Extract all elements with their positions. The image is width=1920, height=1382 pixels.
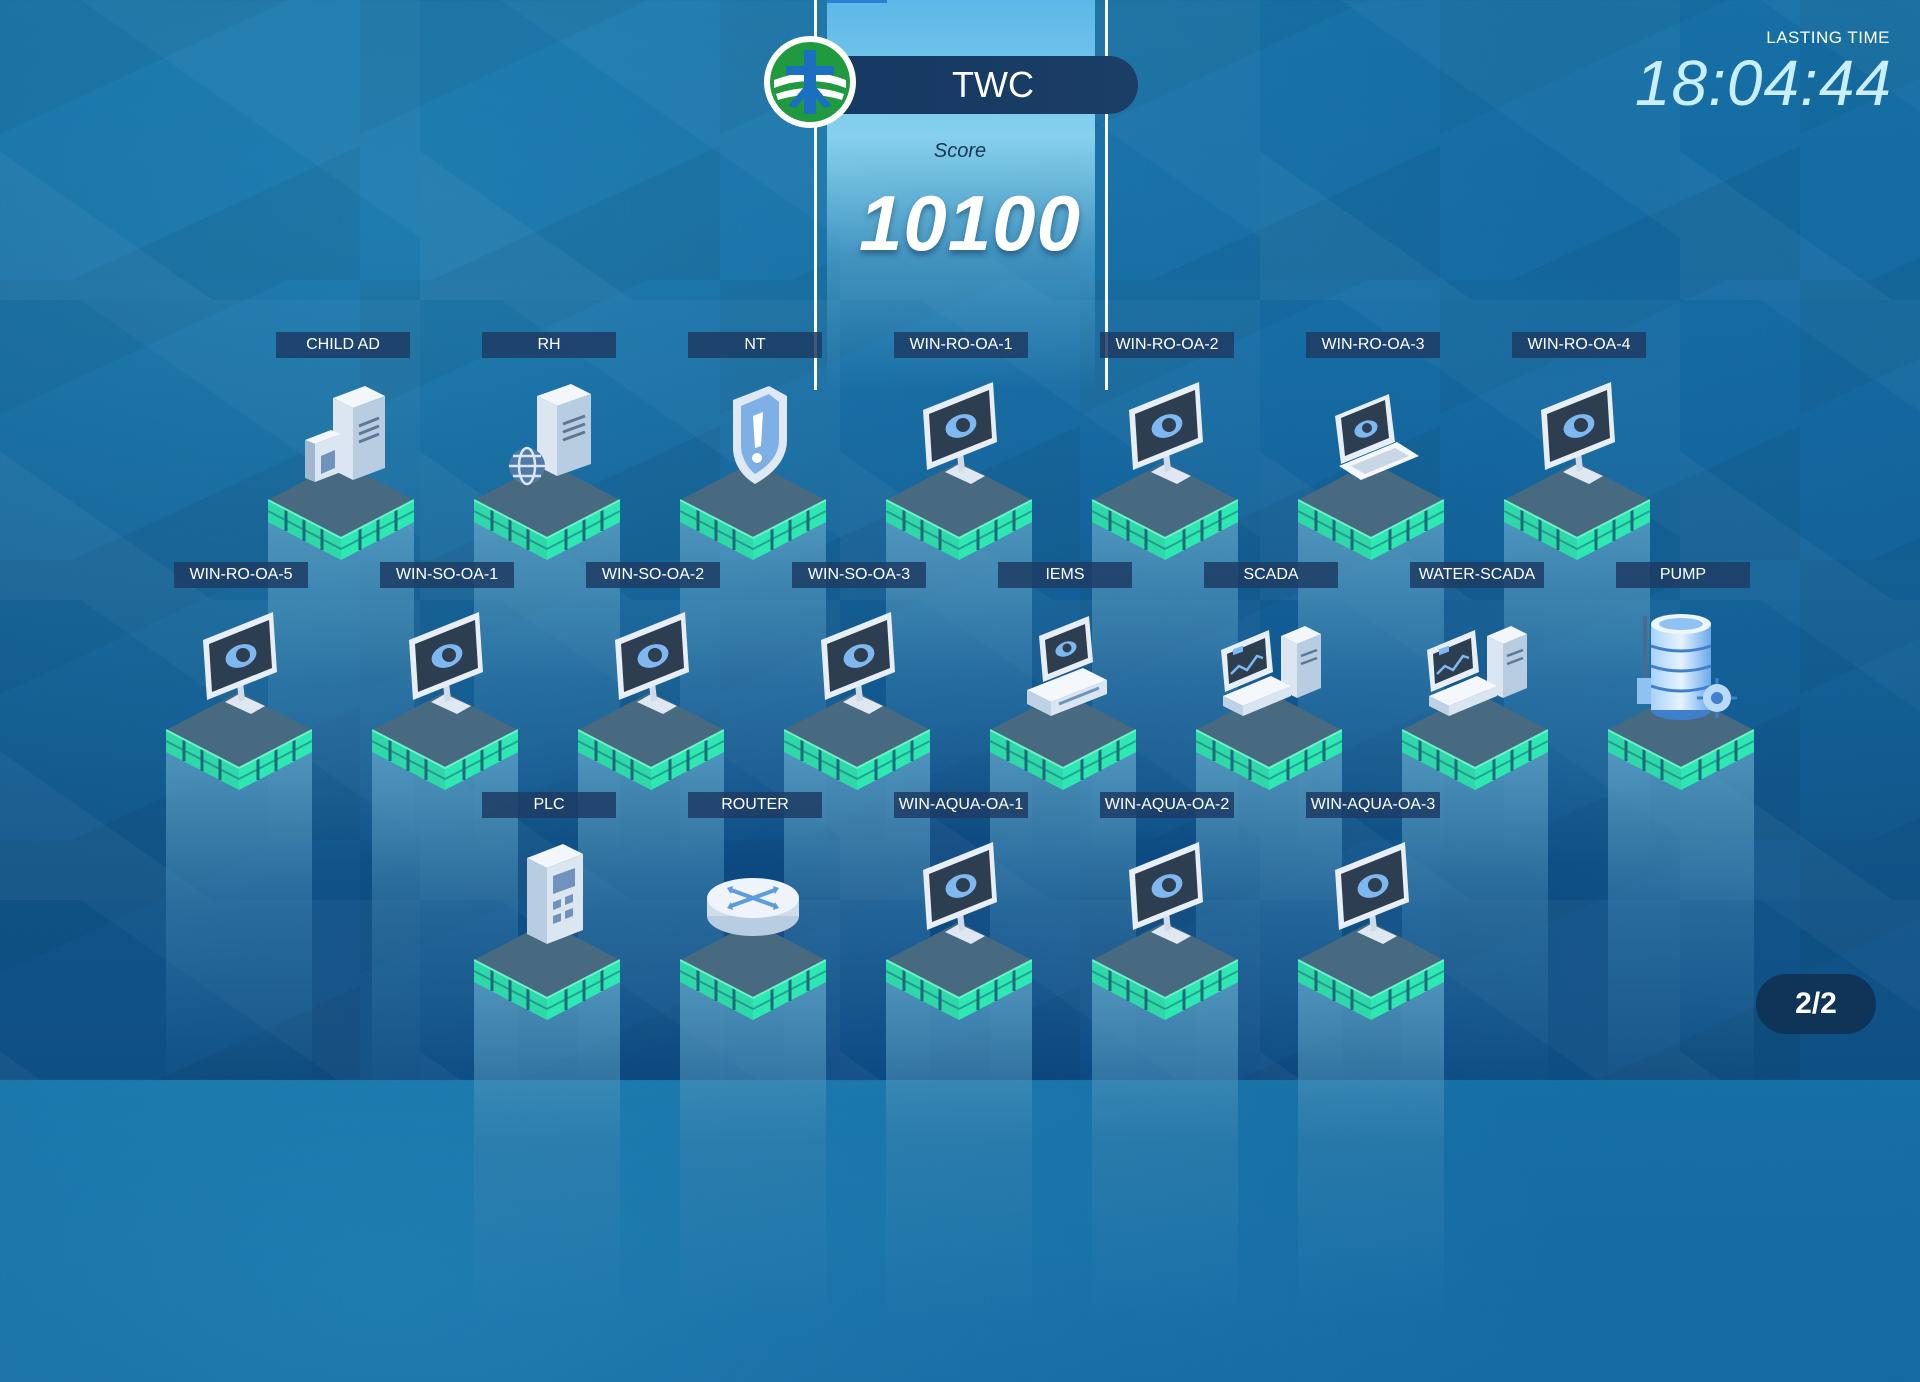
node-label: WIN-RO-OA-3 bbox=[1306, 332, 1440, 358]
node-pillar bbox=[474, 982, 620, 1382]
monitor-icon[interactable] bbox=[1311, 836, 1431, 956]
node-label: RH bbox=[482, 332, 616, 358]
scada-icon[interactable] bbox=[1415, 606, 1535, 726]
shield-alert-icon[interactable] bbox=[693, 376, 813, 496]
scada-icon[interactable] bbox=[1209, 606, 1329, 726]
timer-label: LASTING TIME bbox=[1766, 28, 1890, 47]
router-icon[interactable] bbox=[693, 836, 813, 956]
laptop-icon[interactable] bbox=[1311, 376, 1431, 496]
node-label: PLC bbox=[482, 792, 616, 818]
pump-tank-icon[interactable] bbox=[1621, 606, 1741, 726]
node-label: NT bbox=[688, 332, 822, 358]
monitor-icon[interactable] bbox=[1517, 376, 1637, 496]
node-label: PUMP bbox=[1616, 562, 1750, 588]
monitor-icon[interactable] bbox=[591, 606, 711, 726]
node-label: WIN-SO-OA-3 bbox=[792, 562, 926, 588]
node-pillar bbox=[166, 752, 312, 1152]
node-label: WIN-RO-OA-1 bbox=[894, 332, 1028, 358]
node-pillar bbox=[1298, 982, 1444, 1382]
monitor-icon[interactable] bbox=[899, 836, 1019, 956]
node-pillar bbox=[886, 982, 1032, 1382]
page-indicator[interactable]: 2/2 bbox=[1756, 974, 1876, 1034]
server-folder-icon[interactable] bbox=[281, 376, 401, 496]
node-label: WATER-SCADA bbox=[1410, 562, 1544, 588]
node-label: WIN-SO-OA-2 bbox=[586, 562, 720, 588]
timer-value: 18:04:44 bbox=[1634, 47, 1892, 119]
monitor-icon[interactable] bbox=[1105, 836, 1225, 956]
monitor-icon[interactable] bbox=[899, 376, 1019, 496]
node-pillar bbox=[1608, 752, 1754, 1152]
score-value: 10100 bbox=[859, 179, 1081, 267]
node-label: WIN-AQUA-OA-2 bbox=[1100, 792, 1234, 818]
node-label: WIN-AQUA-OA-3 bbox=[1306, 792, 1440, 818]
monitor-icon[interactable] bbox=[797, 606, 917, 726]
node-label: IEMS bbox=[998, 562, 1132, 588]
node-label: ROUTER bbox=[688, 792, 822, 818]
node-pillar bbox=[680, 982, 826, 1382]
monitor-icon[interactable] bbox=[1105, 376, 1225, 496]
server-globe-icon[interactable] bbox=[487, 376, 607, 496]
node-label: SCADA bbox=[1204, 562, 1338, 588]
node-label: WIN-RO-OA-2 bbox=[1100, 332, 1234, 358]
team-name: TWC bbox=[808, 56, 1138, 114]
node-label: CHILD AD bbox=[276, 332, 410, 358]
node-label: WIN-RO-OA-4 bbox=[1512, 332, 1646, 358]
node-label: WIN-RO-OA-5 bbox=[174, 562, 308, 588]
monitor-icon[interactable] bbox=[179, 606, 299, 726]
monitor-icon[interactable] bbox=[385, 606, 505, 726]
node-label: WIN-AQUA-OA-1 bbox=[894, 792, 1028, 818]
workstation-icon[interactable] bbox=[1003, 606, 1123, 726]
node-label: WIN-SO-OA-1 bbox=[380, 562, 514, 588]
node-pillar bbox=[1092, 982, 1238, 1382]
score-column-accent bbox=[827, 0, 887, 3]
score-label: Score bbox=[933, 140, 987, 162]
plc-icon[interactable] bbox=[487, 836, 607, 956]
twc-logo bbox=[764, 36, 856, 128]
